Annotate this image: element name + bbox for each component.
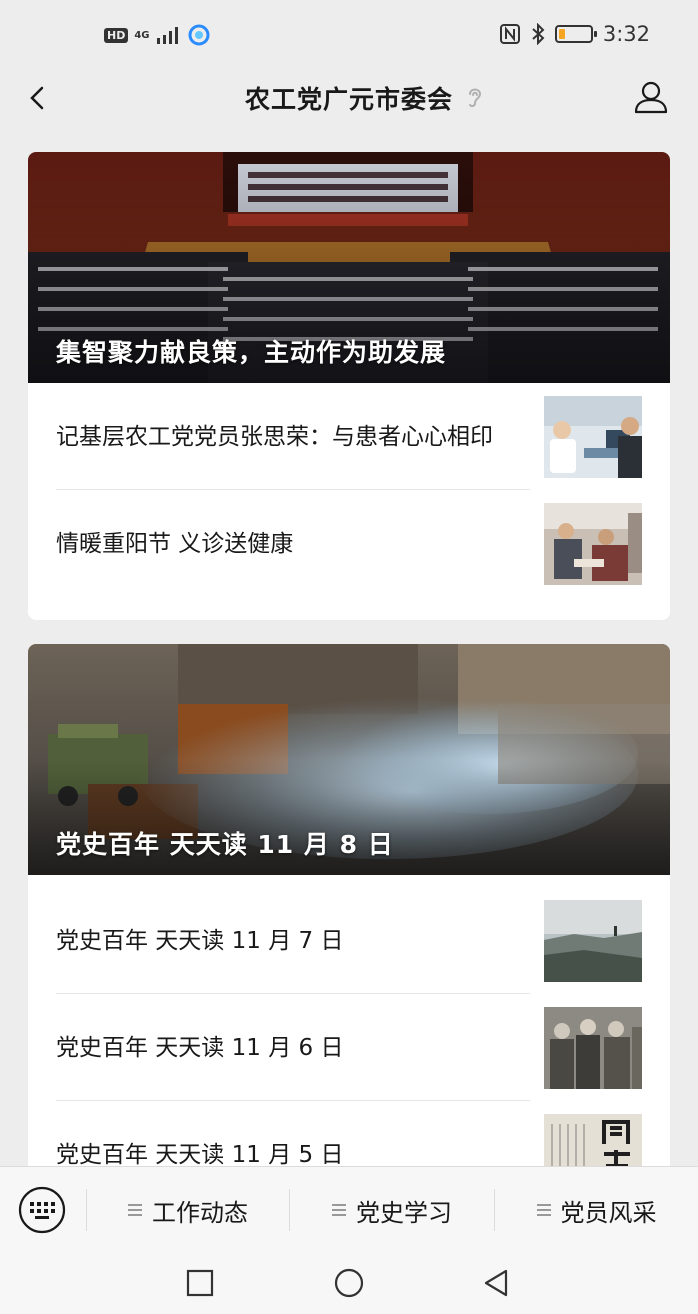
article-title: 党史百年 天天读 11 月 7 日 xyxy=(56,927,344,954)
ear-icon[interactable] xyxy=(464,84,486,110)
article-thumbnail xyxy=(544,396,642,478)
system-navigation-bar xyxy=(0,1252,698,1314)
hero-article-2[interactable]: 党史百年 天天读 11 月 8 日 xyxy=(28,644,670,875)
wechat-official-account-page: HD 4G 3:32 农工党广元市委会 集智聚力献良策，主动作为助发展 记基层农… xyxy=(0,0,698,1314)
menu-lines-icon xyxy=(536,1204,551,1216)
doctor-consultation-photo xyxy=(544,396,642,478)
profile-button[interactable] xyxy=(632,78,670,116)
keyboard-icon xyxy=(18,1186,66,1234)
battery-level xyxy=(558,29,565,39)
circle-icon[interactable] xyxy=(332,1266,366,1300)
menu-item-party-history[interactable]: 党史学习 xyxy=(290,1167,494,1253)
article-thumbnail xyxy=(544,1007,642,1089)
hd-badge: HD xyxy=(104,27,129,43)
menu-item-member-style[interactable]: 党员风采 xyxy=(495,1167,698,1253)
hero-title: 党史百年 天天读 11 月 8 日 xyxy=(56,830,394,859)
list-item[interactable]: 党史百年 天天读 11 月 7 日 xyxy=(28,887,670,994)
square-icon[interactable] xyxy=(183,1266,217,1300)
article-title: 记基层农工党党员张思荣：与患者心心相印 xyxy=(56,423,493,450)
article-title: 党史百年 天天读 11 月 5 日 xyxy=(56,1141,344,1168)
person-icon xyxy=(634,81,668,114)
page-title: 农工党广元市委会 xyxy=(244,85,453,114)
status-left: HD 4G xyxy=(104,24,210,46)
historic-soldiers-photo xyxy=(544,1007,642,1089)
nfc-icon xyxy=(499,24,520,44)
keyboard-toggle-button[interactable] xyxy=(18,1186,66,1234)
article-card-2: 党史百年 天天读 11 月 8 日 党史百年 天天读 11 月 7 日 党史百年… xyxy=(28,644,670,1204)
historic-landscape-photo xyxy=(544,900,642,982)
article-title: 党史百年 天天读 11 月 6 日 xyxy=(56,1034,344,1061)
bluetooth-icon xyxy=(532,23,545,45)
free-clinic-photo xyxy=(544,503,642,585)
menu-lines-icon xyxy=(332,1204,346,1216)
article-card-1: 集智聚力献良策，主动作为助发展 记基层农工党党员张思荣：与患者心心相印 情暖重阳… xyxy=(28,152,670,620)
list-item[interactable]: 情暖重阳节 义诊送健康 xyxy=(28,490,670,597)
triangle-back-icon[interactable] xyxy=(480,1266,514,1300)
clock: 3:32 xyxy=(602,22,650,46)
article-title: 情暖重阳节 义诊送健康 xyxy=(56,530,294,557)
list-item[interactable]: 记基层农工党党员张思荣：与患者心心相印 xyxy=(28,383,670,490)
article-thumbnail xyxy=(544,900,642,982)
signal-icon xyxy=(156,27,178,44)
menu-label: 党员风采 xyxy=(560,1198,657,1227)
menu-label: 党史学习 xyxy=(356,1198,452,1227)
status-right: 3:32 xyxy=(499,22,650,46)
battery-icon xyxy=(554,25,597,43)
app-notification-icon xyxy=(188,24,210,46)
hero-title: 集智聚力献良策，主动作为助发展 xyxy=(56,338,447,367)
status-bar: HD 4G 3:32 xyxy=(0,0,698,72)
network-type: 4G xyxy=(134,29,150,41)
hero-article-1[interactable]: 集智聚力献良策，主动作为助发展 xyxy=(28,152,670,383)
custom-menu-bar: 工作动态 党史学习 党员风采 xyxy=(0,1166,698,1252)
menu-item-work-news[interactable]: 工作动态 xyxy=(87,1167,289,1253)
list-item[interactable]: 党史百年 天天读 11 月 6 日 xyxy=(28,994,670,1101)
nav-bar: 农工党广元市委会 xyxy=(0,72,698,122)
article-thumbnail xyxy=(544,503,642,585)
menu-lines-icon xyxy=(128,1204,142,1216)
menu-label: 工作动态 xyxy=(152,1198,248,1227)
